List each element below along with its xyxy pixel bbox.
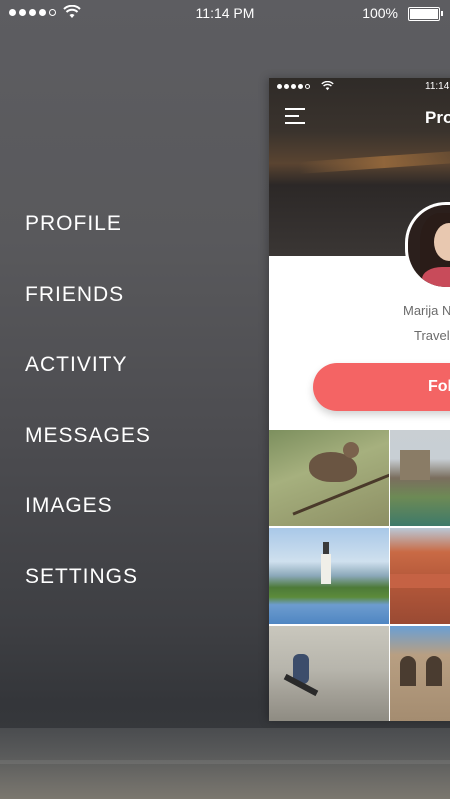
preview-signal-dots-icon — [277, 84, 310, 89]
menu-item-images[interactable]: IMAGES — [25, 487, 151, 558]
menu-item-profile[interactable]: PROFILE — [25, 205, 151, 276]
background-shore — [0, 760, 450, 764]
menu-item-friends[interactable]: FRIENDS — [25, 276, 151, 347]
preview-page-title: Profile — [425, 108, 450, 127]
photo-bridge-town[interactable] — [390, 430, 450, 526]
photo-bird[interactable] — [269, 430, 389, 526]
menu-item-messages[interactable]: MESSAGES — [25, 417, 151, 488]
status-bar: 11:14 PM 100% — [0, 0, 450, 28]
hamburger-icon[interactable] — [285, 108, 305, 126]
battery-icon — [408, 7, 443, 21]
photo-arena[interactable] — [390, 626, 450, 721]
preview-status-time: 11:14 — [425, 81, 450, 92]
photo-woman-bench[interactable] — [269, 626, 389, 721]
profile-screen-preview[interactable]: 11:14 Profile Marija N Travel Follow — [269, 78, 450, 721]
preview-wifi-icon — [321, 81, 334, 91]
profile-name: Marija N — [403, 303, 450, 318]
preview-status-bar: 11:14 — [269, 78, 450, 98]
menu-item-activity[interactable]: ACTIVITY — [25, 346, 151, 417]
menu-item-settings[interactable]: SETTINGS — [25, 558, 151, 629]
side-menu: PROFILE FRIENDS ACTIVITY MESSAGES IMAGES… — [25, 205, 151, 628]
photo-rooftops[interactable] — [390, 528, 450, 624]
photo-lake-church[interactable] — [269, 528, 389, 624]
battery-percent: 100% — [362, 5, 398, 21]
profile-role: Travel — [414, 328, 450, 343]
follow-button[interactable]: Follow — [313, 363, 450, 411]
